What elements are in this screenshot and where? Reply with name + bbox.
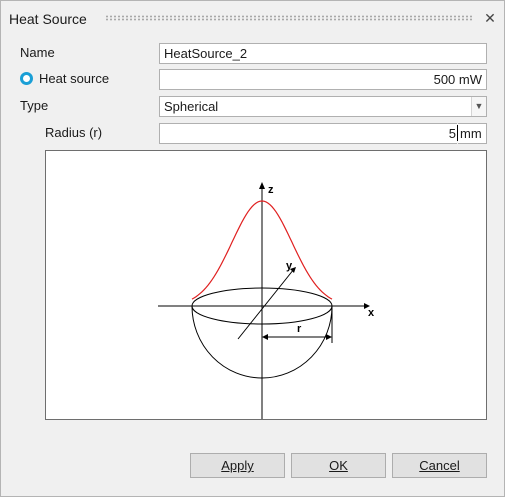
title-bar[interactable]: Heat Source ✕ bbox=[1, 1, 504, 37]
radius-label: Radius (r) bbox=[45, 125, 103, 140]
radius-arrow-right-icon bbox=[326, 334, 332, 340]
drag-grip[interactable] bbox=[105, 15, 473, 21]
apply-button-label: Apply bbox=[221, 458, 254, 473]
cancel-button[interactable]: Cancel bbox=[392, 453, 487, 478]
name-field[interactable]: HeatSource_2 bbox=[159, 43, 487, 64]
y-axis-line bbox=[237, 268, 295, 340]
radius-symbol-label: r bbox=[297, 323, 302, 335]
x-axis-label: x bbox=[368, 307, 375, 319]
radius-unit: mm bbox=[458, 123, 487, 144]
radius-arrow-left-icon bbox=[262, 334, 268, 340]
chevron-down-icon[interactable]: ▼ bbox=[471, 97, 486, 116]
ok-button[interactable]: OK bbox=[291, 453, 386, 478]
dialog-title: Heat Source bbox=[9, 11, 87, 27]
z-axis-arrow-icon bbox=[259, 182, 265, 189]
cancel-button-label: Cancel bbox=[419, 458, 460, 473]
diagram-svg: z y x r bbox=[158, 182, 375, 419]
apply-button[interactable]: Apply bbox=[190, 453, 285, 478]
y-axis-label: y bbox=[286, 260, 293, 272]
heat-source-dialog: Heat Source ✕ Name HeatSource_2 Heat sou… bbox=[0, 0, 505, 497]
heat-source-field[interactable]: 500 mW bbox=[159, 69, 487, 90]
type-select[interactable]: Spherical ▼ bbox=[159, 96, 487, 117]
z-axis-label: z bbox=[268, 184, 274, 196]
type-select-value: Spherical bbox=[164, 99, 219, 114]
close-icon[interactable]: ✕ bbox=[483, 10, 497, 26]
name-label: Name bbox=[20, 45, 55, 60]
heat-source-diagram: z y x r bbox=[45, 150, 487, 420]
ok-button-label: OK bbox=[329, 458, 348, 473]
type-label: Type bbox=[20, 98, 49, 113]
heat-source-label: Heat source bbox=[39, 71, 110, 86]
heat-source-radio[interactable] bbox=[20, 72, 33, 85]
radius-field[interactable]: 5 bbox=[159, 123, 457, 144]
